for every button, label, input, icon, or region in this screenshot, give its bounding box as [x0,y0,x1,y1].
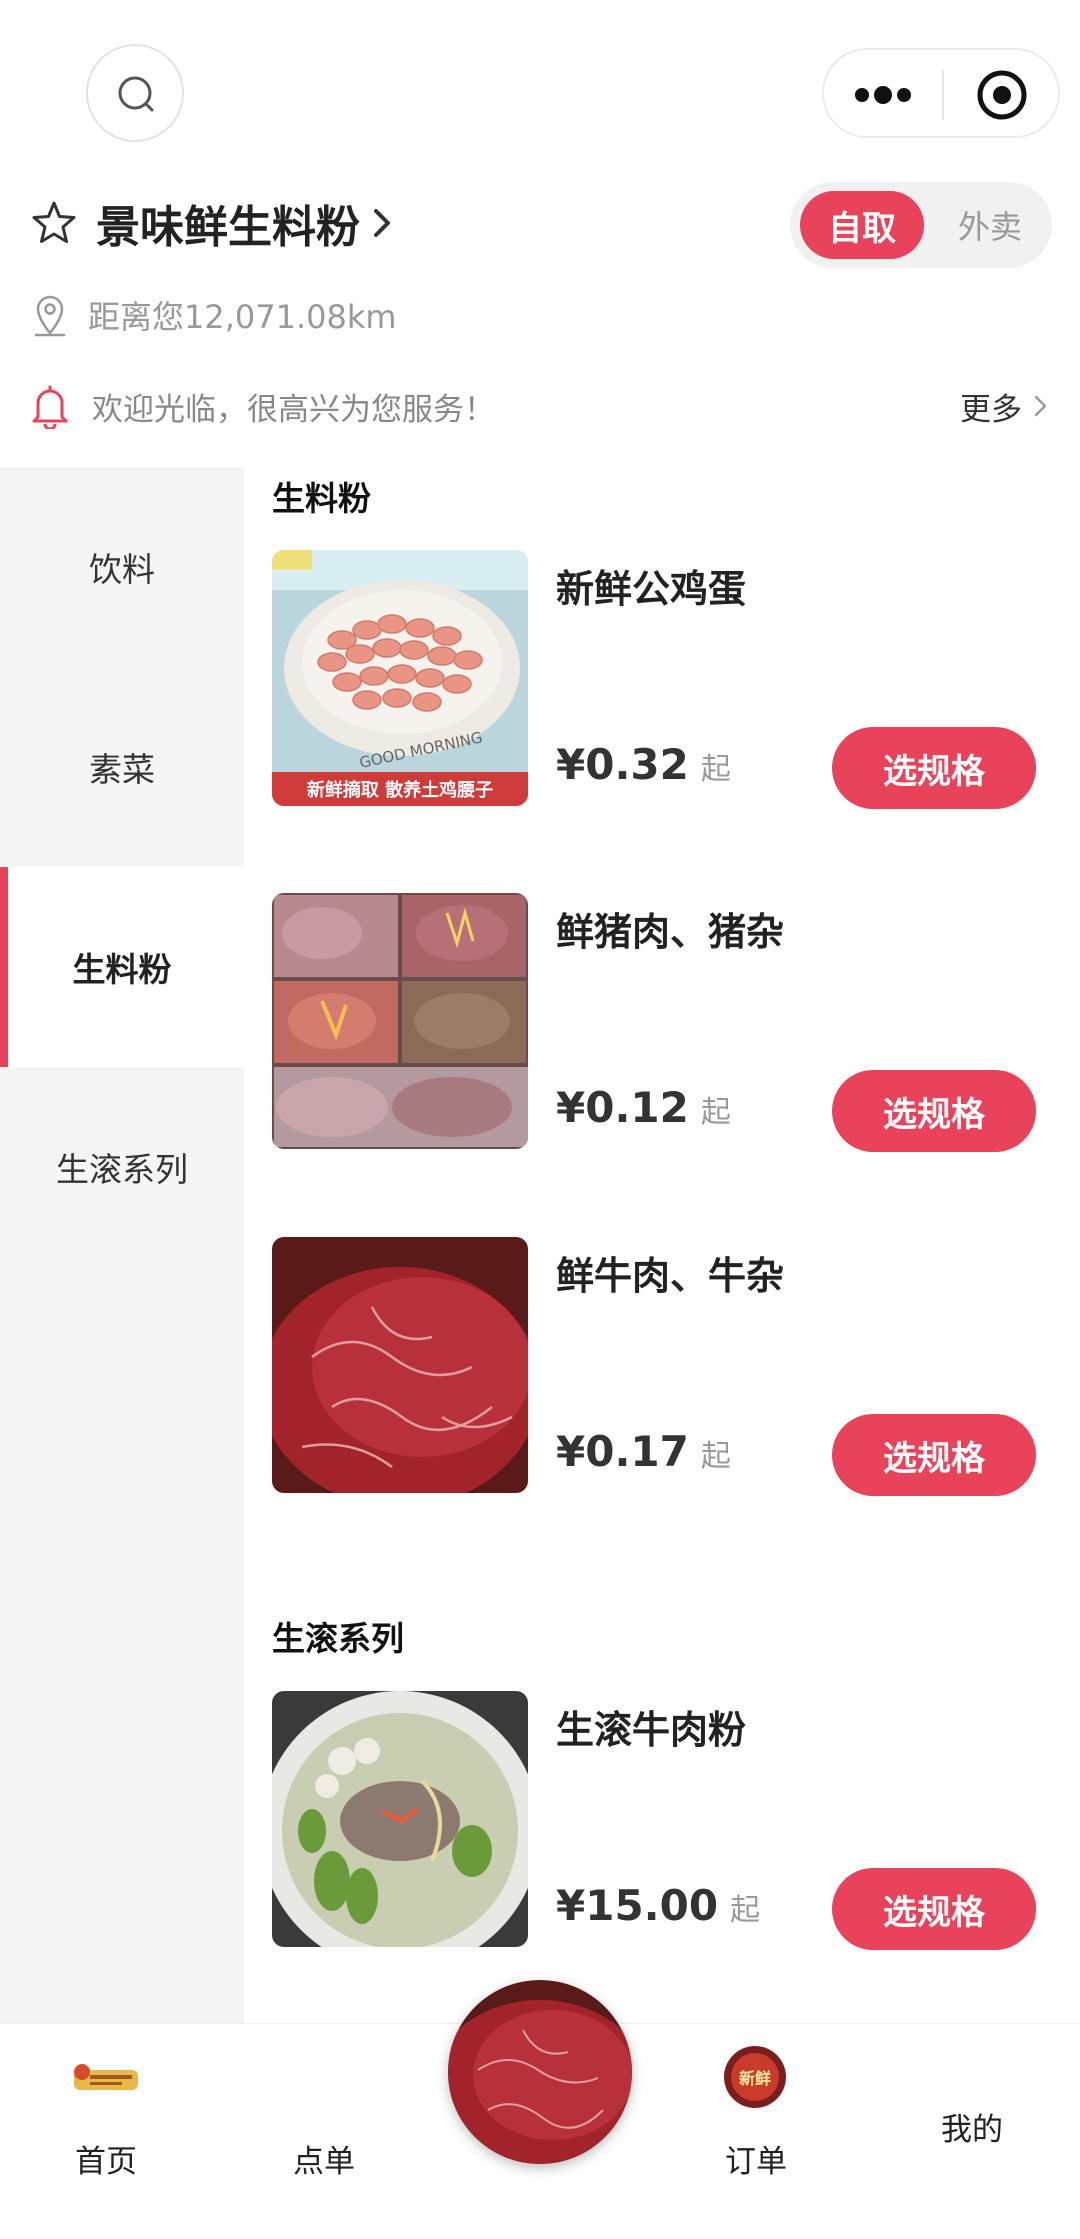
search-button[interactable] [86,44,184,142]
orders-badge-text: 新鲜 [739,2069,771,2088]
close-program-button[interactable] [944,50,1062,140]
section-title: 生料粉 [272,479,371,518]
product-image-beef-noodle[interactable] [272,1691,528,1947]
product-name[interactable]: 生滚牛肉粉 [556,1699,746,1754]
category-item-shenggun-series[interactable]: 生滚系列 [0,1067,244,1267]
chevron-right-icon [1034,395,1047,417]
delivery-option[interactable]: 外卖 [940,191,1040,259]
category-item-vegetables[interactable]: 素菜 [0,667,244,867]
beef-noodle-photo [272,1691,528,1947]
product-price: ¥0.12 起 [556,1083,731,1132]
price-suffix: 起 [700,1439,731,1474]
beef-photo [272,1237,528,1493]
price-amount: ¥0.32 [556,740,689,789]
product-image-beef[interactable] [272,1237,528,1493]
product-price: ¥15.00 起 [556,1881,760,1930]
tab-home[interactable]: 首页 [26,2136,186,2181]
rooster-eggs-photo: GOOD MORNING 新鲜摘取 散养土鸡腰子 [272,550,528,806]
price-amount: ¥0.12 [556,1083,689,1132]
bell-icon [32,385,68,429]
category-item-drinks[interactable]: 饮料 [0,467,244,667]
product-name[interactable]: 鲜猪肉、猪杂 [556,901,784,956]
search-icon [118,76,154,112]
store-name[interactable]: 景味鲜生料粉 [96,191,360,255]
pickup-delivery-toggle[interactable]: 自取 外卖 [790,182,1052,268]
price-suffix: 起 [730,1893,761,1928]
product-price: ¥0.17 起 [556,1427,731,1476]
notice-bar[interactable]: 欢迎光临，很高兴为您服务！ 更多 [30,378,1050,434]
chevron-right-icon [374,209,390,237]
category-sidebar: 饮料 素菜 生料粉 生滚系列 [0,467,244,2023]
more-menu-button[interactable] [824,50,942,140]
beef-fab-image [448,1980,632,2164]
select-spec-button[interactable]: 选规格 [832,727,1036,809]
notice-more-link[interactable]: 更多 [960,384,1022,429]
orders-tab-badge-icon[interactable]: 新鲜 [722,2044,788,2110]
image-caption: 新鲜摘取 散养土鸡腰子 [307,779,493,801]
product-image-pork[interactable] [272,893,528,1149]
pork-collage-photo [272,893,528,1149]
tab-order[interactable]: 点单 [244,2136,404,2181]
more-dots-icon [855,86,911,104]
product-name[interactable]: 鲜牛肉、牛杂 [556,1245,784,1300]
section-title: 生滚系列 [272,1619,404,1658]
location-pin-icon [34,295,66,337]
target-circle-icon [977,70,1027,120]
price-suffix: 起 [700,1095,731,1130]
select-spec-button[interactable]: 选规格 [832,1414,1036,1496]
product-price: ¥0.32 起 [556,740,731,789]
pickup-option[interactable]: 自取 [800,191,924,259]
tab-orders[interactable]: 订单 [676,2136,836,2181]
product-image-rooster-eggs[interactable]: GOOD MORNING 新鲜摘取 散养土鸡腰子 [272,550,528,806]
home-tab-logo-icon[interactable] [72,2060,140,2100]
price-amount: ¥0.17 [556,1427,689,1476]
distance-text: 距离您12,071.08km [88,298,397,336]
product-name[interactable]: 新鲜公鸡蛋 [556,558,746,613]
mini-program-capsule [822,48,1060,138]
notice-text: 欢迎光临，很高兴为您服务！ [92,391,495,428]
tab-mine[interactable]: 我的 [892,2104,1052,2149]
price-suffix: 起 [700,752,731,787]
select-spec-button[interactable]: 选规格 [832,1868,1036,1950]
store-distance: 距离您12,071.08km [32,288,397,342]
select-spec-button[interactable]: 选规格 [832,1070,1036,1152]
category-item-raw-noodles[interactable]: 生料粉 [0,867,244,1067]
center-featured-button[interactable] [448,1980,632,2164]
price-amount: ¥15.00 [556,1881,719,1930]
store-header[interactable]: 景味鲜生料粉 [30,190,394,256]
favorite-star-icon[interactable] [30,199,78,247]
